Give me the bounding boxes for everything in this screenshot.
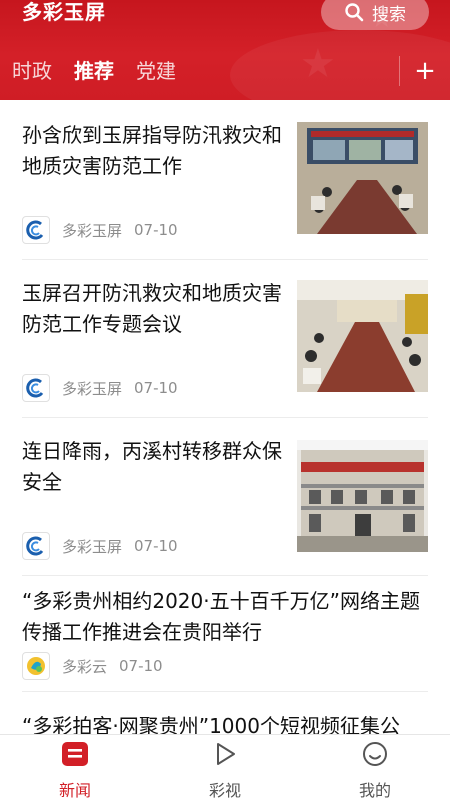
article-thumbnail	[297, 440, 428, 552]
tab-recommended[interactable]: 推荐	[74, 52, 114, 90]
source-avatar-logo	[22, 652, 50, 680]
source-avatar-logo	[22, 374, 50, 402]
article-source: 多彩云	[62, 657, 108, 676]
article-meta: 多彩玉屏 07-10	[22, 374, 178, 402]
article-date: 07-10	[134, 537, 178, 555]
article-source: 多彩玉屏	[62, 537, 123, 556]
article-thumbnail	[297, 280, 428, 392]
source-avatar-logo	[22, 216, 50, 244]
plus-icon: +	[414, 56, 436, 86]
play-icon	[212, 741, 238, 771]
nav-news-label: 新闻	[58, 781, 91, 800]
article-source: 多彩玉屏	[62, 221, 123, 240]
search-icon	[344, 2, 364, 22]
news-icon	[61, 741, 89, 771]
list-item[interactable]: “多彩贵州相约2020·五十百千万亿”网络主题传播工作推进会在贵阳举行 多彩云 …	[22, 586, 428, 692]
article-date: 07-10	[119, 657, 163, 675]
article-title: 孙含欣到玉屏指导防汛救灾和地质灾害防范工作	[22, 123, 282, 178]
tab-party-building[interactable]: 党建	[136, 52, 176, 90]
list-item[interactable]: 玉屏召开防汛救灾和地质灾害防范工作专题会议 多彩玉屏 07-10	[22, 278, 428, 418]
list-item[interactable]: 连日降雨，丙溪村转移群众保安全 多彩玉屏 07-10	[22, 436, 428, 576]
article-meta: 多彩玉屏 07-10	[22, 532, 178, 560]
article-thumbnail	[297, 122, 428, 234]
app-title: 多彩玉屏	[22, 0, 106, 24]
article-title: “多彩贵州相约2020·五十百千万亿”网络主题传播工作推进会在贵阳举行	[22, 589, 420, 644]
add-channel-button[interactable]: +	[410, 52, 440, 90]
article-source: 多彩玉屏	[62, 379, 123, 398]
bottom-navigation: 新闻 彩视 我的	[0, 734, 450, 800]
tabs-divider	[399, 56, 400, 86]
nav-video[interactable]: 彩视	[150, 735, 300, 800]
article-date: 07-10	[134, 221, 178, 239]
smiley-icon	[362, 741, 388, 771]
nav-news[interactable]: 新闻	[0, 735, 150, 800]
list-item[interactable]: 孙含欣到玉屏指导防汛救灾和地质灾害防范工作 多彩玉屏 07-10	[22, 120, 428, 260]
article-meta: 多彩玉屏 07-10	[22, 216, 178, 244]
channel-tabs: 时政 推荐 党建	[0, 52, 400, 90]
nav-video-label: 彩视	[208, 781, 241, 800]
article-title: 连日降雨，丙溪村转移群众保安全	[22, 439, 282, 494]
tab-politics[interactable]: 时政	[12, 52, 52, 90]
source-avatar-logo	[22, 532, 50, 560]
article-date: 07-10	[134, 379, 178, 397]
nav-profile[interactable]: 我的	[300, 735, 450, 800]
top-header: ★ ★ 多彩玉屏 搜索 时政 推荐 党建 +	[0, 0, 450, 100]
article-meta: 多彩云 07-10	[22, 652, 163, 680]
search-label: 搜索	[372, 4, 406, 25]
search-button[interactable]: 搜索	[321, 0, 429, 30]
article-title: 玉屏召开防汛救灾和地质灾害防范工作专题会议	[22, 281, 282, 336]
nav-profile-label: 我的	[358, 781, 391, 800]
